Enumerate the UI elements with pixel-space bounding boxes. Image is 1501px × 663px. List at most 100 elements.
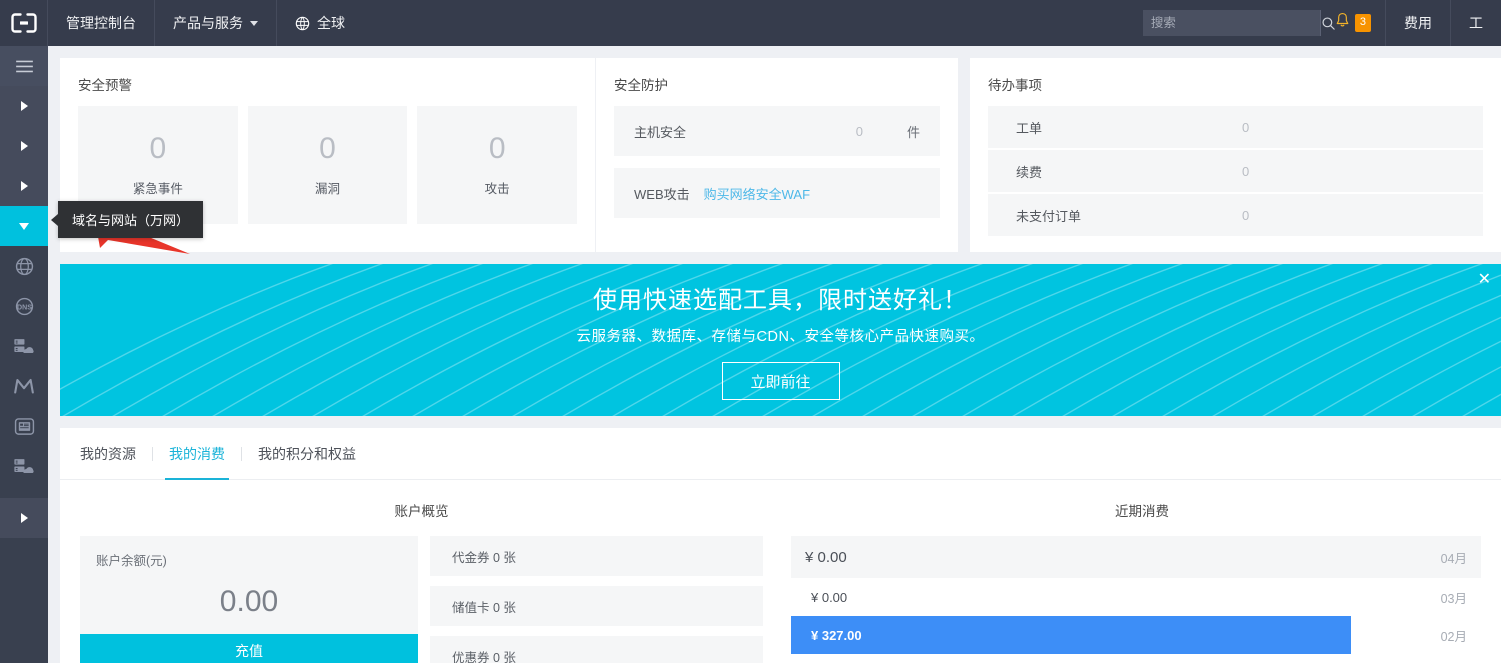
chevron-right-icon: [20, 181, 28, 191]
svg-text:DNS: DNS: [17, 304, 32, 311]
security-protection-panel: 安全防护 主机安全 0 件 WEB攻击 购买网络安全WAF: [595, 58, 958, 252]
tab-my-resources[interactable]: 我的资源: [80, 428, 152, 480]
voucher-list: 代金券 0 张 储值卡 0 张 优惠券 0 张: [430, 536, 763, 663]
banner-content: 使用快速选配工具，限时送好礼！ 云服务器、数据库、存储与CDN、安全等核心产品快…: [60, 264, 1501, 416]
sidebar-item-domain-and-website[interactable]: [0, 206, 48, 246]
protection-row-host-security[interactable]: 主机安全 0 件: [614, 106, 940, 156]
voucher-row-discount[interactable]: 优惠券 0 张: [430, 636, 763, 663]
nav-item-products[interactable]: 产品与服务: [155, 0, 277, 46]
spending-row[interactable]: ¥ 0.00 03月: [791, 578, 1481, 616]
security-protection-rows: 主机安全 0 件 WEB攻击 购买网络安全WAF: [596, 106, 958, 232]
voucher-row-coupon-label: 代金券 0 张: [452, 550, 516, 565]
sidebar-item-server-cloud-2[interactable]: [0, 446, 48, 486]
nav-item-tickets[interactable]: 工: [1451, 0, 1501, 46]
sidebar-item-group-4[interactable]: [0, 498, 48, 538]
nav-item-region-label: 全球: [317, 15, 345, 31]
spending-month: 04月: [1440, 551, 1467, 566]
balance-card: 账户余额(元) 0.00: [80, 536, 418, 634]
top-cards-row: 安全预警 0 紧急事件 0 漏洞 0 攻击 安全防护 主机安全 0 件 WEB攻…: [48, 46, 1501, 252]
sidebar-item-dns[interactable]: DNS: [0, 286, 48, 326]
nav-right-group: 3 费用 工: [1142, 0, 1501, 46]
recent-spending-title: 近期消费: [1115, 504, 1169, 519]
balance-box: 账户余额(元) 0.00 充值: [80, 536, 418, 663]
search-box[interactable]: [1142, 10, 1335, 36]
balance-label: 账户余额(元): [96, 554, 167, 568]
nav-item-console-label: 管理控制台: [66, 15, 136, 31]
spending-row[interactable]: ¥ 0.00 04月: [791, 536, 1481, 578]
tab-my-resources-label: 我的资源: [80, 445, 136, 462]
spending-row[interactable]: ¥ 0.00 01月: [791, 654, 1481, 663]
security-warning-title: 安全预警: [78, 78, 132, 93]
todo-row-tickets[interactable]: 工单 0: [988, 106, 1483, 148]
bell-icon: [1335, 12, 1350, 34]
nav-item-console[interactable]: 管理控制台: [48, 0, 155, 46]
hamburger-menu-icon[interactable]: [0, 46, 48, 86]
chevron-right-icon: [20, 101, 28, 111]
voucher-row-coupon[interactable]: 代金券 0 张: [430, 536, 763, 576]
sidebar-item-group-2[interactable]: [0, 126, 48, 166]
chevron-right-icon: [20, 141, 28, 151]
cloud-logo-icon[interactable]: [0, 0, 48, 46]
promo-banner[interactable]: ✕ 使用快速选配工具，限时送好礼！ 云服务器、数据库、存储与CDN、安全等核心产…: [60, 264, 1501, 416]
spending-month: 02月: [1440, 629, 1467, 644]
warning-tile-vulnerability[interactable]: 0 漏洞: [247, 106, 408, 224]
search-input[interactable]: [1142, 10, 1320, 36]
todo-row-unpaid-orders[interactable]: 未支付订单 0: [988, 194, 1483, 236]
server-cloud-icon: [13, 457, 35, 476]
notifications-button[interactable]: 3: [1331, 0, 1386, 46]
nav-item-billing[interactable]: 费用: [1386, 0, 1451, 46]
security-protection-title: 安全防护: [614, 78, 668, 93]
tab-bar: 我的资源 我的消费 我的积分和权益: [60, 428, 1501, 480]
sidebar-item-group-3[interactable]: [0, 166, 48, 206]
spending-amount: ¥ 0.00: [805, 548, 847, 566]
sidebar-item-server-cloud[interactable]: [0, 326, 48, 366]
todo-title: 待办事项: [988, 78, 1042, 93]
recent-spending-column: 近期消费 ¥ 0.00 04月 ¥ 0.00 03月 ¥ 327.00 02月: [783, 480, 1501, 663]
account-overview-body: 账户余额(元) 0.00 充值 代金券 0 张 储值卡 0 张 优惠券 0 张: [60, 536, 783, 663]
todo-row-renewal-value: 0: [1242, 163, 1250, 179]
banner-headline: 使用快速选配工具，限时送好礼！: [593, 287, 968, 314]
account-overview-title: 账户概览: [394, 504, 449, 519]
spending-amount: ¥ 327.00: [811, 627, 862, 643]
warning-tile-vulnerability-label: 漏洞: [315, 181, 341, 196]
tab-my-spending[interactable]: 我的消费: [153, 428, 241, 480]
warning-tile-attack-value: 0: [488, 131, 506, 165]
spending-row[interactable]: ¥ 327.00 02月: [791, 616, 1481, 654]
tab-my-points[interactable]: 我的积分和权益: [242, 428, 372, 480]
todo-row-renewal[interactable]: 续费 0: [988, 150, 1483, 192]
main-content: 安全预警 0 紧急事件 0 漏洞 0 攻击 安全防护 主机安全 0 件 WEB攻…: [48, 46, 1501, 663]
sidebar-item-monitor[interactable]: [0, 406, 48, 446]
warning-tile-attack[interactable]: 0 攻击: [417, 106, 578, 224]
voucher-row-stored-card-label: 储值卡 0 张: [452, 600, 516, 615]
todo-row-tickets-label: 工单: [1016, 120, 1043, 136]
protection-row-web-attack[interactable]: WEB攻击 购买网络安全WAF: [614, 168, 940, 218]
voucher-row-stored-card[interactable]: 储值卡 0 张: [430, 586, 763, 626]
balance-value: 0.00: [219, 585, 279, 618]
server-cloud-icon: [13, 337, 35, 356]
monitor-icon: [14, 417, 35, 436]
letter-m-icon: [13, 376, 35, 396]
sidebar-item-group-1[interactable]: [0, 86, 48, 126]
todo-row-tickets-value: 0: [1242, 119, 1250, 135]
todo-row-unpaid-orders-label: 未支付订单: [1016, 208, 1082, 224]
dns-icon: DNS: [14, 296, 35, 317]
buy-waf-link[interactable]: 购买网络安全WAF: [704, 184, 810, 203]
chevron-down-icon: [250, 20, 258, 26]
chevron-down-icon: [19, 222, 29, 230]
protection-row-host-security-label: 主机安全: [634, 124, 687, 140]
banner-close-icon[interactable]: ✕: [1478, 272, 1491, 288]
protection-row-web-attack-label: WEB攻击: [634, 186, 690, 202]
nav-item-tickets-label: 工: [1469, 15, 1483, 31]
account-overview-column: 账户概览 账户余额(元) 0.00 充值 代金券 0 张 储值卡 0 张 优惠券…: [60, 480, 783, 663]
nav-item-region[interactable]: 全球: [277, 0, 363, 46]
sidebar-item-globe[interactable]: [0, 246, 48, 286]
warning-tile-emergency-label: 紧急事件: [132, 181, 183, 196]
warning-tile-vulnerability-value: 0: [319, 131, 336, 165]
protection-row-host-security-unit: 件: [906, 124, 920, 140]
recharge-button[interactable]: 充值: [80, 634, 418, 663]
sidebar-item-mail-m[interactable]: [0, 366, 48, 406]
sidebar-tooltip: 域名与网站（万网）: [50, 201, 204, 238]
bottom-columns: 账户概览 账户余额(元) 0.00 充值 代金券 0 张 储值卡 0 张 优惠券…: [60, 480, 1501, 663]
banner-cta-button[interactable]: 立即前往: [721, 362, 840, 400]
